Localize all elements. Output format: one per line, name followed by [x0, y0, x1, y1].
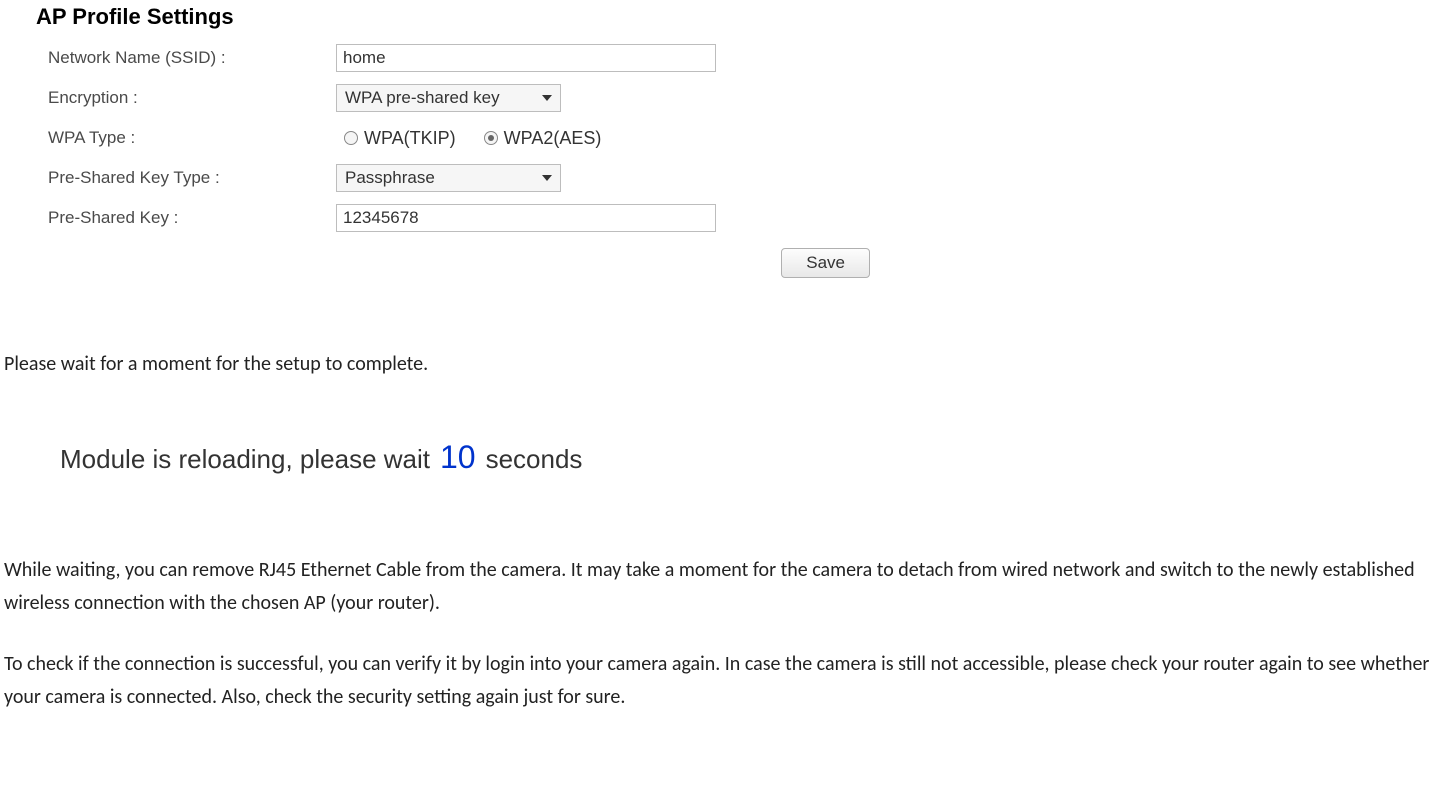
- save-row: Save: [0, 238, 870, 278]
- row-wpa-type: WPA Type : WPA(TKIP) WPA2(AES): [36, 118, 1405, 158]
- chevron-down-icon: [542, 95, 552, 101]
- row-ssid: Network Name (SSID) :: [36, 38, 1405, 78]
- row-psk-type: Pre-Shared Key Type : Passphrase: [36, 158, 1405, 198]
- instruction-para-2: While waiting, you can remove RJ45 Ether…: [4, 554, 1437, 620]
- wait-text: Please wait for a moment for the setup t…: [4, 348, 1437, 381]
- instruction-para-3: To check if the connection is successful…: [4, 648, 1437, 714]
- wpa-tkip-radio-label: WPA(TKIP): [364, 128, 456, 149]
- wpa-tkip-radio[interactable]: WPA(TKIP): [344, 128, 456, 149]
- encryption-select[interactable]: WPA pre-shared key: [336, 84, 561, 112]
- encryption-select-value: WPA pre-shared key: [345, 88, 500, 108]
- row-encryption: Encryption : WPA pre-shared key: [36, 78, 1405, 118]
- instructions-block: Please wait for a moment for the setup t…: [0, 348, 1441, 714]
- radio-icon: [344, 131, 358, 145]
- reload-prefix: Module is reloading, please wait: [60, 438, 430, 481]
- reload-suffix: seconds: [486, 438, 583, 481]
- encryption-label: Encryption :: [48, 88, 336, 108]
- reload-countdown: 10: [440, 431, 476, 484]
- psk-type-label: Pre-Shared Key Type :: [48, 168, 336, 188]
- row-psk: Pre-Shared Key :: [36, 198, 1405, 238]
- psk-label: Pre-Shared Key :: [48, 208, 336, 228]
- psk-type-select[interactable]: Passphrase: [336, 164, 561, 192]
- wpa-type-radio-group: WPA(TKIP) WPA2(AES): [336, 128, 601, 149]
- radio-checked-icon: [484, 131, 498, 145]
- reload-message: Module is reloading, please wait 10 seco…: [60, 431, 1437, 484]
- psk-input[interactable]: [336, 204, 716, 232]
- psk-type-select-value: Passphrase: [345, 168, 435, 188]
- wpa2-aes-radio-label: WPA2(AES): [504, 128, 602, 149]
- ssid-label: Network Name (SSID) :: [48, 48, 336, 68]
- ap-profile-settings-panel: AP Profile Settings Network Name (SSID) …: [0, 0, 1441, 238]
- chevron-down-icon: [542, 175, 552, 181]
- save-button[interactable]: Save: [781, 248, 870, 278]
- wpa-type-label: WPA Type :: [48, 128, 336, 148]
- ssid-input[interactable]: [336, 44, 716, 72]
- panel-title: AP Profile Settings: [36, 0, 1405, 38]
- wpa2-aes-radio[interactable]: WPA2(AES): [484, 128, 602, 149]
